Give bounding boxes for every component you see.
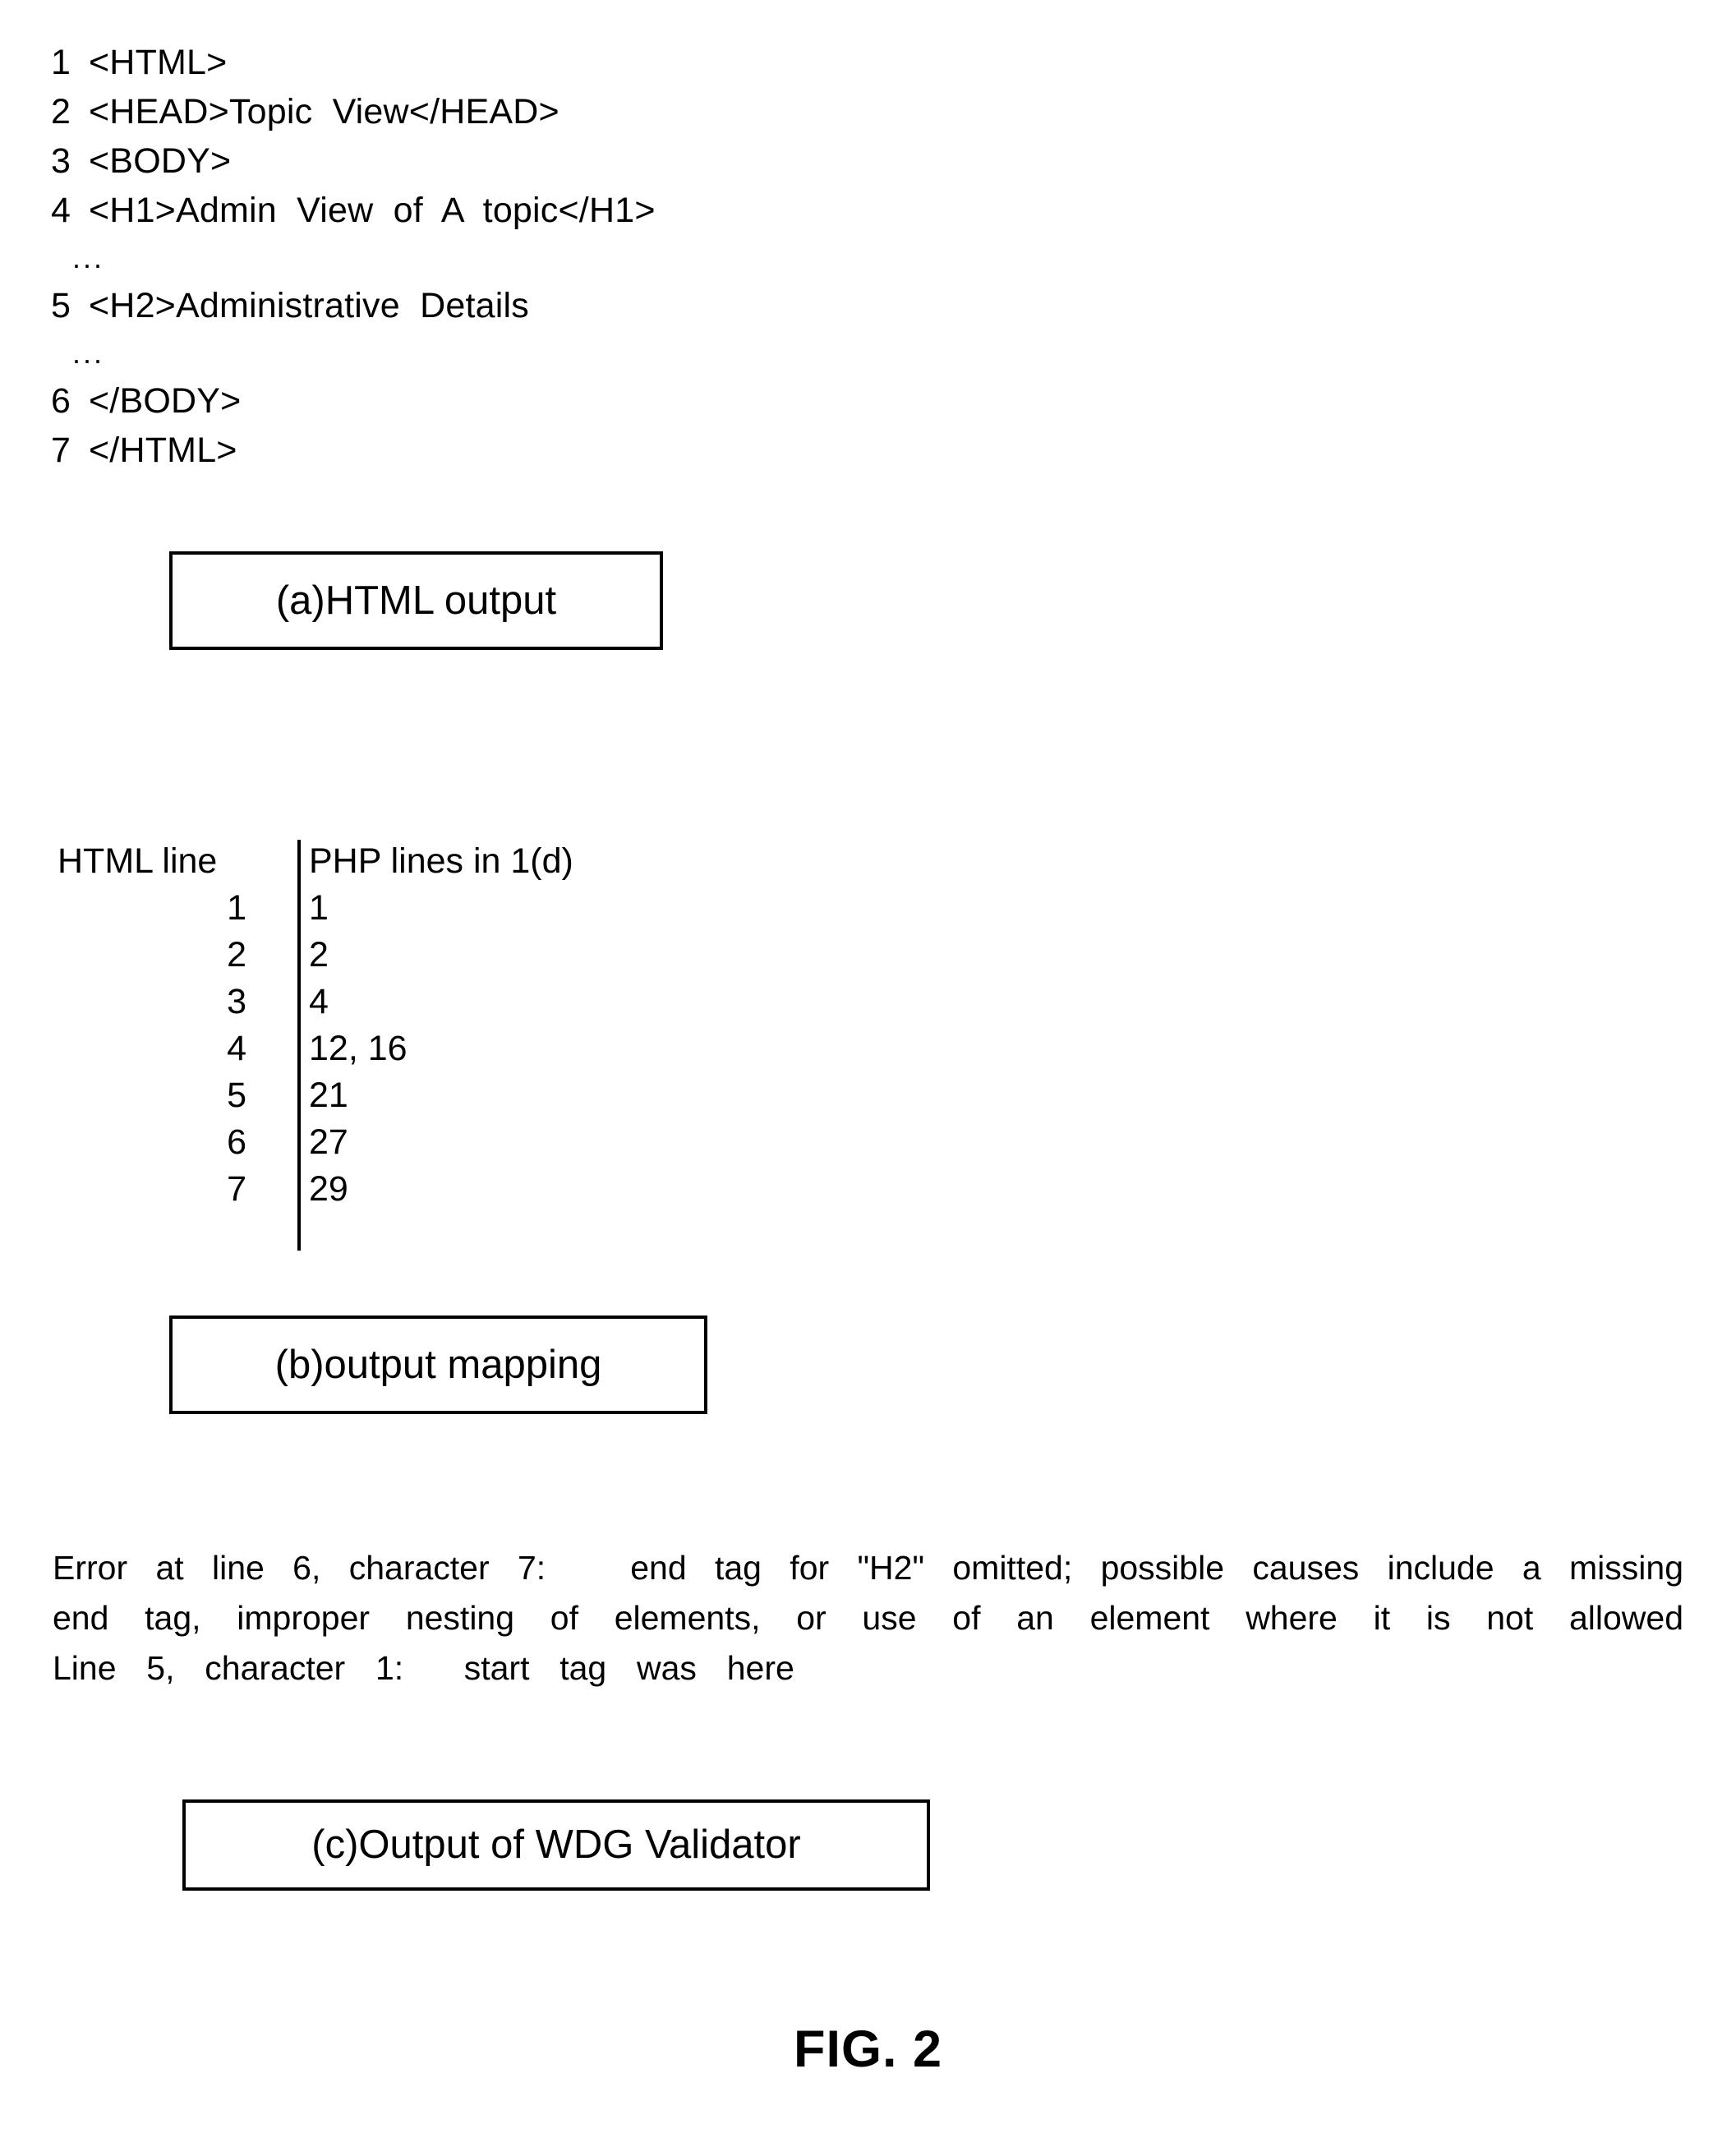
code-line-source: </HTML> xyxy=(89,431,237,470)
table-row: 5 21 xyxy=(58,1072,715,1119)
caption-box-output-mapping: (b)output mapping xyxy=(169,1316,707,1414)
figure-label: FIG. 2 xyxy=(793,2021,943,2078)
code-line-number: 5 xyxy=(51,286,71,325)
code-line: 3 <BODY> xyxy=(51,136,1365,186)
table-row: 7 29 xyxy=(58,1166,715,1213)
cell-html-line: 5 xyxy=(227,1076,246,1115)
caption-box-html-output: (a)HTML output xyxy=(169,551,663,650)
cell-php-lines: 27 xyxy=(309,1122,348,1162)
column-header-php-lines: PHP lines in 1(d) xyxy=(309,841,573,881)
table-row: 3 4 xyxy=(58,979,715,1025)
cell-html-line: 7 xyxy=(227,1169,246,1209)
code-line: 4 <H1>Admin View of A topic</H1> xyxy=(51,186,1365,235)
cell-php-lines: 4 xyxy=(309,982,329,1021)
table-header-row: HTML line PHP lines in 1(d) xyxy=(58,838,715,885)
code-line-source: <BODY> xyxy=(89,141,232,181)
code-line: 5 <H2>Administrative Details xyxy=(51,281,1365,330)
cell-php-lines: 12, 16 xyxy=(309,1029,408,1068)
code-line-number: 6 xyxy=(51,381,71,421)
cell-php-lines: 1 xyxy=(309,888,329,928)
output-mapping-table: HTML line PHP lines in 1(d) 1 1 2 2 3 4 … xyxy=(58,838,715,1213)
code-line-source: <HEAD>Topic View</HEAD> xyxy=(89,92,559,131)
code-line-source: <HTML> xyxy=(89,43,228,82)
table-row: 6 27 xyxy=(58,1119,715,1166)
caption-label-b: (b)output mapping xyxy=(274,1342,602,1387)
code-line: 6 </BODY> xyxy=(51,376,1365,426)
code-line-number: 3 xyxy=(51,141,71,181)
table-column-divider xyxy=(297,840,301,1251)
caption-label-a: (a)HTML output xyxy=(275,578,557,623)
validator-error-line-2: end tag, improper nesting of elements, o… xyxy=(53,1599,1683,1637)
code-line-source: </BODY> xyxy=(89,381,242,421)
code-line-number: 7 xyxy=(51,431,71,470)
table-row: 4 12, 16 xyxy=(58,1025,715,1072)
code-line: 1 <HTML> xyxy=(51,38,1365,87)
code-line-number: 4 xyxy=(51,191,71,230)
column-header-html-line: HTML line xyxy=(58,841,218,881)
code-ellipsis: ... xyxy=(72,241,105,274)
caption-box-wdg-validator-output: (c)Output of WDG Validator xyxy=(182,1799,930,1891)
cell-php-lines: 29 xyxy=(309,1169,348,1209)
validator-error-line-3: Line 5, character 1: start tag was here xyxy=(53,1649,794,1687)
code-line: 2 <HEAD>Topic View</HEAD> xyxy=(51,87,1365,136)
code-line-source: <H1>Admin View of A topic</H1> xyxy=(89,191,656,230)
table-row: 1 1 xyxy=(58,885,715,932)
code-line-source: <H2>Administrative Details xyxy=(89,286,529,325)
cell-php-lines: 21 xyxy=(309,1076,348,1115)
code-line-number: 2 xyxy=(51,92,71,131)
cell-html-line: 3 xyxy=(227,982,246,1021)
html-output-code-listing: 1 <HTML> 2 <HEAD>Topic View</HEAD> 3 <BO… xyxy=(51,38,1365,475)
wdg-validator-output-text: Error at line 6, character 7: end tag fo… xyxy=(53,1543,1683,1693)
code-ellipsis: ... xyxy=(72,336,105,370)
cell-html-line: 4 xyxy=(227,1029,246,1068)
code-line-number: 1 xyxy=(51,43,71,82)
cell-html-line: 1 xyxy=(227,888,246,928)
code-line: 7 </HTML> xyxy=(51,426,1365,475)
cell-html-line: 6 xyxy=(227,1122,246,1162)
cell-html-line: 2 xyxy=(227,935,246,975)
table-row: 2 2 xyxy=(58,932,715,979)
validator-error-line-1: Error at line 6, character 7: end tag fo… xyxy=(53,1549,1683,1587)
cell-php-lines: 2 xyxy=(309,935,329,975)
caption-label-c: (c)Output of WDG Validator xyxy=(311,1822,801,1867)
